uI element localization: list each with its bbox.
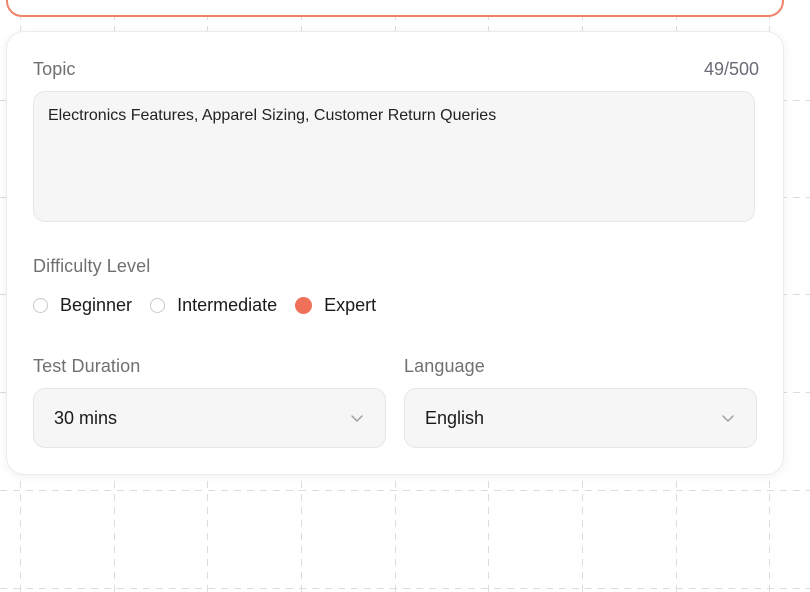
topic-label: Topic	[33, 59, 76, 79]
difficulty-option-beginner[interactable]: Beginner	[33, 295, 132, 316]
test-duration-label: Test Duration	[33, 356, 141, 376]
difficulty-option-label: Beginner	[60, 295, 133, 315]
radio-unchecked-icon[interactable]	[150, 298, 166, 313]
difficulty-option-label: Intermediate	[177, 295, 278, 315]
topic-char-counter: 49/500	[703, 59, 759, 79]
difficulty-option-expert[interactable]: Expert	[295, 295, 376, 316]
chevron-down-icon	[351, 415, 363, 422]
language-select[interactable]: English	[404, 388, 757, 448]
topic-textarea[interactable]: Electronics Features, Apparel Sizing, Cu…	[33, 91, 755, 222]
language-label: Language	[404, 356, 485, 376]
difficulty-radio-group: Beginner Intermediate Expert	[33, 295, 394, 316]
previous-card	[6, 0, 784, 17]
chevron-down-icon	[722, 415, 734, 422]
test-duration-value: 30 mins	[54, 407, 118, 428]
radio-unchecked-icon[interactable]	[33, 298, 48, 313]
test-duration-select[interactable]: 30 mins	[33, 388, 386, 448]
language-value: English	[425, 407, 485, 428]
test-settings-card: Topic 49/500 Electronics Features, Appar…	[6, 31, 784, 475]
radio-checked-icon[interactable]	[295, 297, 313, 314]
difficulty-option-intermediate[interactable]: Intermediate	[150, 295, 277, 316]
difficulty-option-label: Expert	[324, 295, 377, 315]
difficulty-label: Difficulty Level	[33, 256, 151, 276]
